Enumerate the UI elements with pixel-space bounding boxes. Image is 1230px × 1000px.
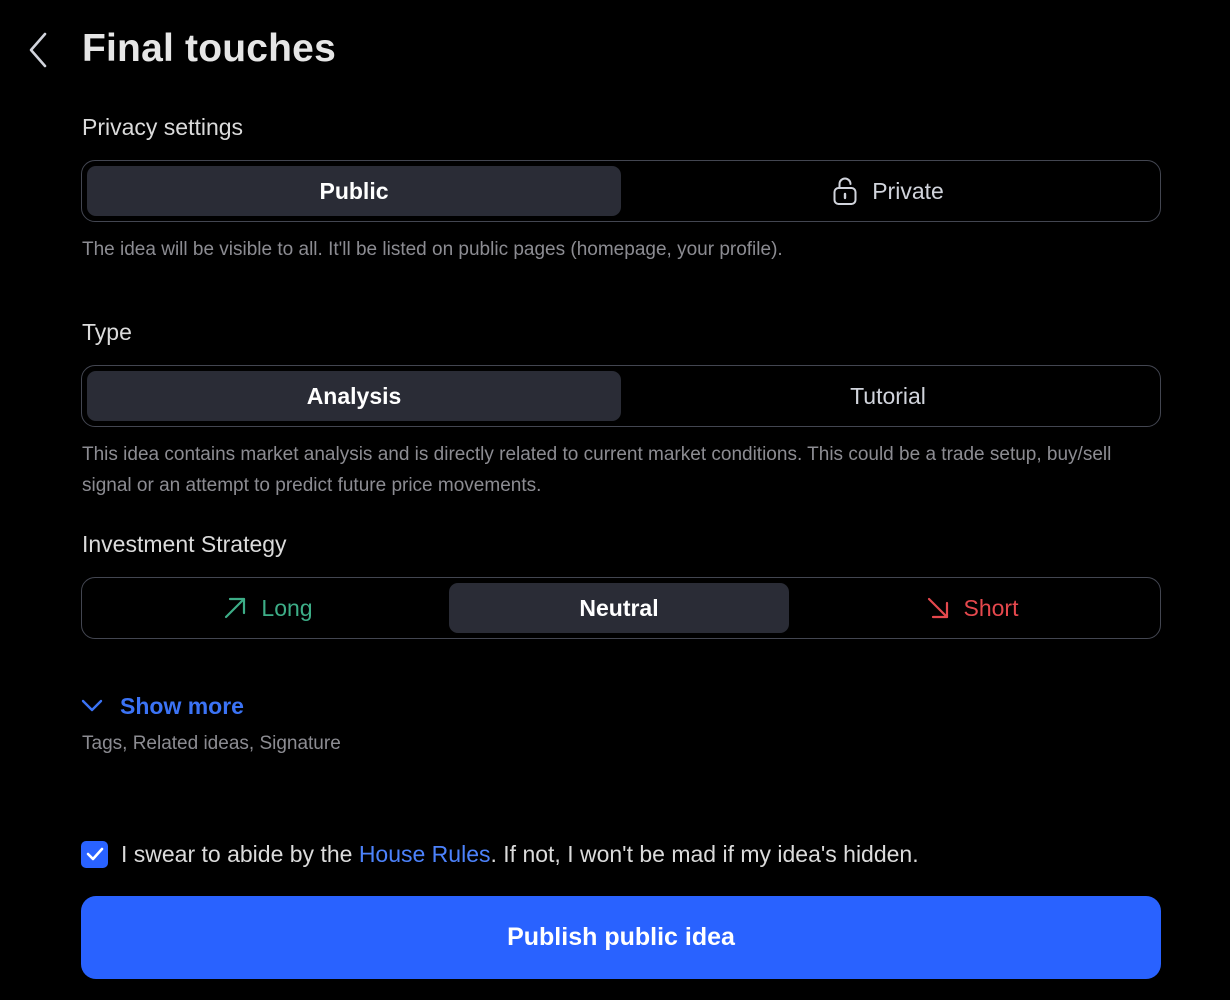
- investment-strategy-label: Investment Strategy: [82, 531, 287, 557]
- final-touches-page: Final touches Privacy settings Public Pr…: [0, 0, 1230, 1000]
- strategy-option-long-label: Long: [261, 594, 313, 621]
- house-rules-text: I swear to abide by the House Rules. If …: [121, 841, 919, 868]
- page-title: Final touches: [82, 27, 336, 70]
- show-more-toggle[interactable]: Show more: [80, 688, 244, 724]
- type-option-analysis[interactable]: Analysis: [87, 371, 621, 421]
- chevron-down-icon: [81, 699, 103, 712]
- type-label: Type: [82, 319, 132, 345]
- house-rules-agreement: I swear to abide by the House Rules. If …: [81, 840, 919, 868]
- privacy-option-public[interactable]: Public: [87, 166, 621, 216]
- house-rules-checkbox[interactable]: [81, 840, 108, 868]
- arrow-down-right-icon: [927, 597, 948, 619]
- house-rules-link[interactable]: House Rules: [359, 841, 491, 867]
- type-option-analysis-label: Analysis: [306, 382, 402, 409]
- show-more-label: Show more: [120, 692, 244, 719]
- strategy-option-long[interactable]: Long: [87, 583, 449, 633]
- privacy-option-public-label: Public: [319, 177, 389, 204]
- strategy-option-short-label: Short: [963, 594, 1019, 621]
- strategy-option-neutral-label: Neutral: [579, 594, 659, 621]
- type-toggle: Analysis Tutorial: [81, 365, 1161, 427]
- strategy-option-neutral[interactable]: Neutral: [449, 583, 789, 633]
- house-rules-prefix: I swear to abide by the: [121, 840, 359, 867]
- back-button[interactable]: [18, 26, 58, 74]
- privacy-settings-label: Privacy settings: [82, 114, 244, 140]
- type-help-text: This idea contains market analysis and i…: [82, 444, 1112, 496]
- privacy-option-private[interactable]: Private: [621, 166, 1155, 216]
- strategy-option-short[interactable]: Short: [789, 583, 1155, 633]
- arrow-up-right-icon: [225, 597, 246, 619]
- checkmark-icon: [86, 847, 103, 861]
- publish-button[interactable]: Publish public idea: [81, 896, 1161, 979]
- house-rules-suffix: . If not, I won't be mad if my idea's hi…: [490, 840, 919, 867]
- type-option-tutorial-label: Tutorial: [850, 382, 926, 409]
- investment-strategy-toggle: Long Neutral Short: [81, 577, 1161, 639]
- header: Final touches: [0, 0, 1230, 100]
- lock-icon: [833, 177, 857, 205]
- privacy-toggle: Public Private: [81, 160, 1161, 222]
- chevron-left-icon: [29, 32, 47, 68]
- privacy-help-text: The idea will be visible to all. It'll b…: [82, 239, 783, 260]
- privacy-option-private-label: Private: [872, 177, 944, 204]
- show-more-subtitle: Tags, Related ideas, Signature: [82, 733, 341, 754]
- type-option-tutorial[interactable]: Tutorial: [621, 371, 1155, 421]
